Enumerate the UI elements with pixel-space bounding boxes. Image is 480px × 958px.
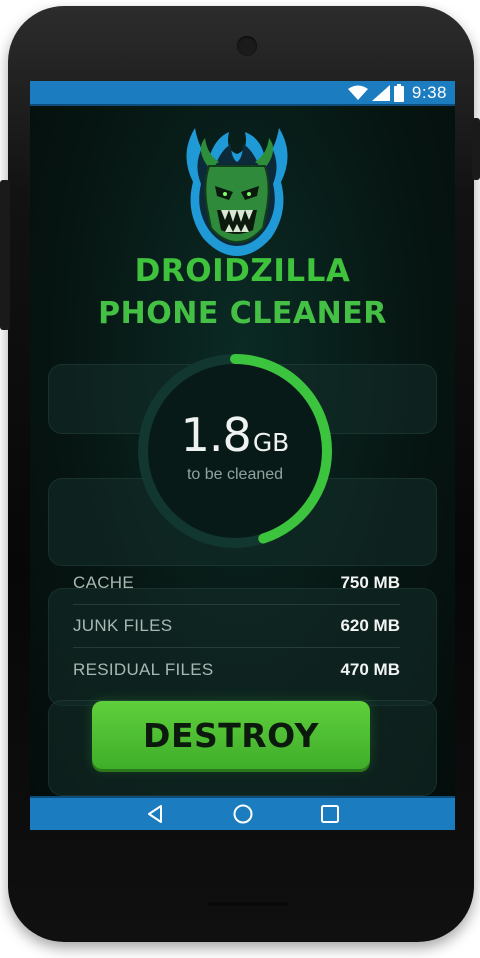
devil-mascot-logo: [186, 128, 288, 256]
cleanable-caption: to be cleaned: [186, 466, 284, 483]
breakdown-value: 620 MB: [340, 616, 400, 635]
speaker-grill: [208, 902, 288, 906]
breakdown-label: JUNK FILES: [73, 616, 173, 635]
breakdown-label: RESIDUAL FILES: [73, 659, 214, 679]
home-icon[interactable]: [232, 803, 254, 825]
battery-icon: [393, 83, 404, 102]
power-button: [472, 118, 480, 180]
app-title-line2: PHONE CLEANER: [98, 296, 387, 331]
breakdown-list: CACHE 750 MB JUNK FILES 620 MB RESIDUAL …: [73, 562, 400, 691]
app-title-line1: DROIDZILLA: [134, 253, 351, 289]
breakdown-row-cache: CACHE 750 MB: [73, 562, 400, 605]
breakdown-row-residual: RESIDUAL FILES 470 MB: [73, 648, 400, 691]
cleanable-size-value: 1.8: [180, 408, 252, 462]
wifi-icon: [347, 85, 368, 101]
cleanable-size: 1.8GB: [135, 408, 335, 462]
destroy-button[interactable]: DESTROY: [92, 701, 370, 769]
front-camera: [237, 36, 257, 56]
cleanable-size-unit: GB: [252, 428, 290, 457]
phone-screen: 9:38 DROIDZILLA PHONE CLEANER 1.8GB to b…: [30, 81, 455, 830]
recents-icon[interactable]: [320, 804, 340, 824]
app-content: DROIDZILLA PHONE CLEANER 1.8GB to be cle…: [30, 106, 455, 796]
breakdown-value: 470 MB: [340, 659, 400, 679]
breakdown-value: 750 MB: [340, 573, 400, 592]
back-icon[interactable]: [146, 804, 166, 824]
signal-icon: [371, 84, 390, 101]
breakdown-row-junk: JUNK FILES 620 MB: [73, 605, 400, 648]
volume-button: [0, 180, 10, 330]
breakdown-label: CACHE: [73, 573, 135, 592]
phone-frame: 9:38 DROIDZILLA PHONE CLEANER 1.8GB to b…: [8, 6, 474, 942]
status-bar: 9:38: [30, 81, 455, 106]
navigation-bar: [30, 796, 455, 830]
status-time: 9:38: [411, 82, 447, 102]
